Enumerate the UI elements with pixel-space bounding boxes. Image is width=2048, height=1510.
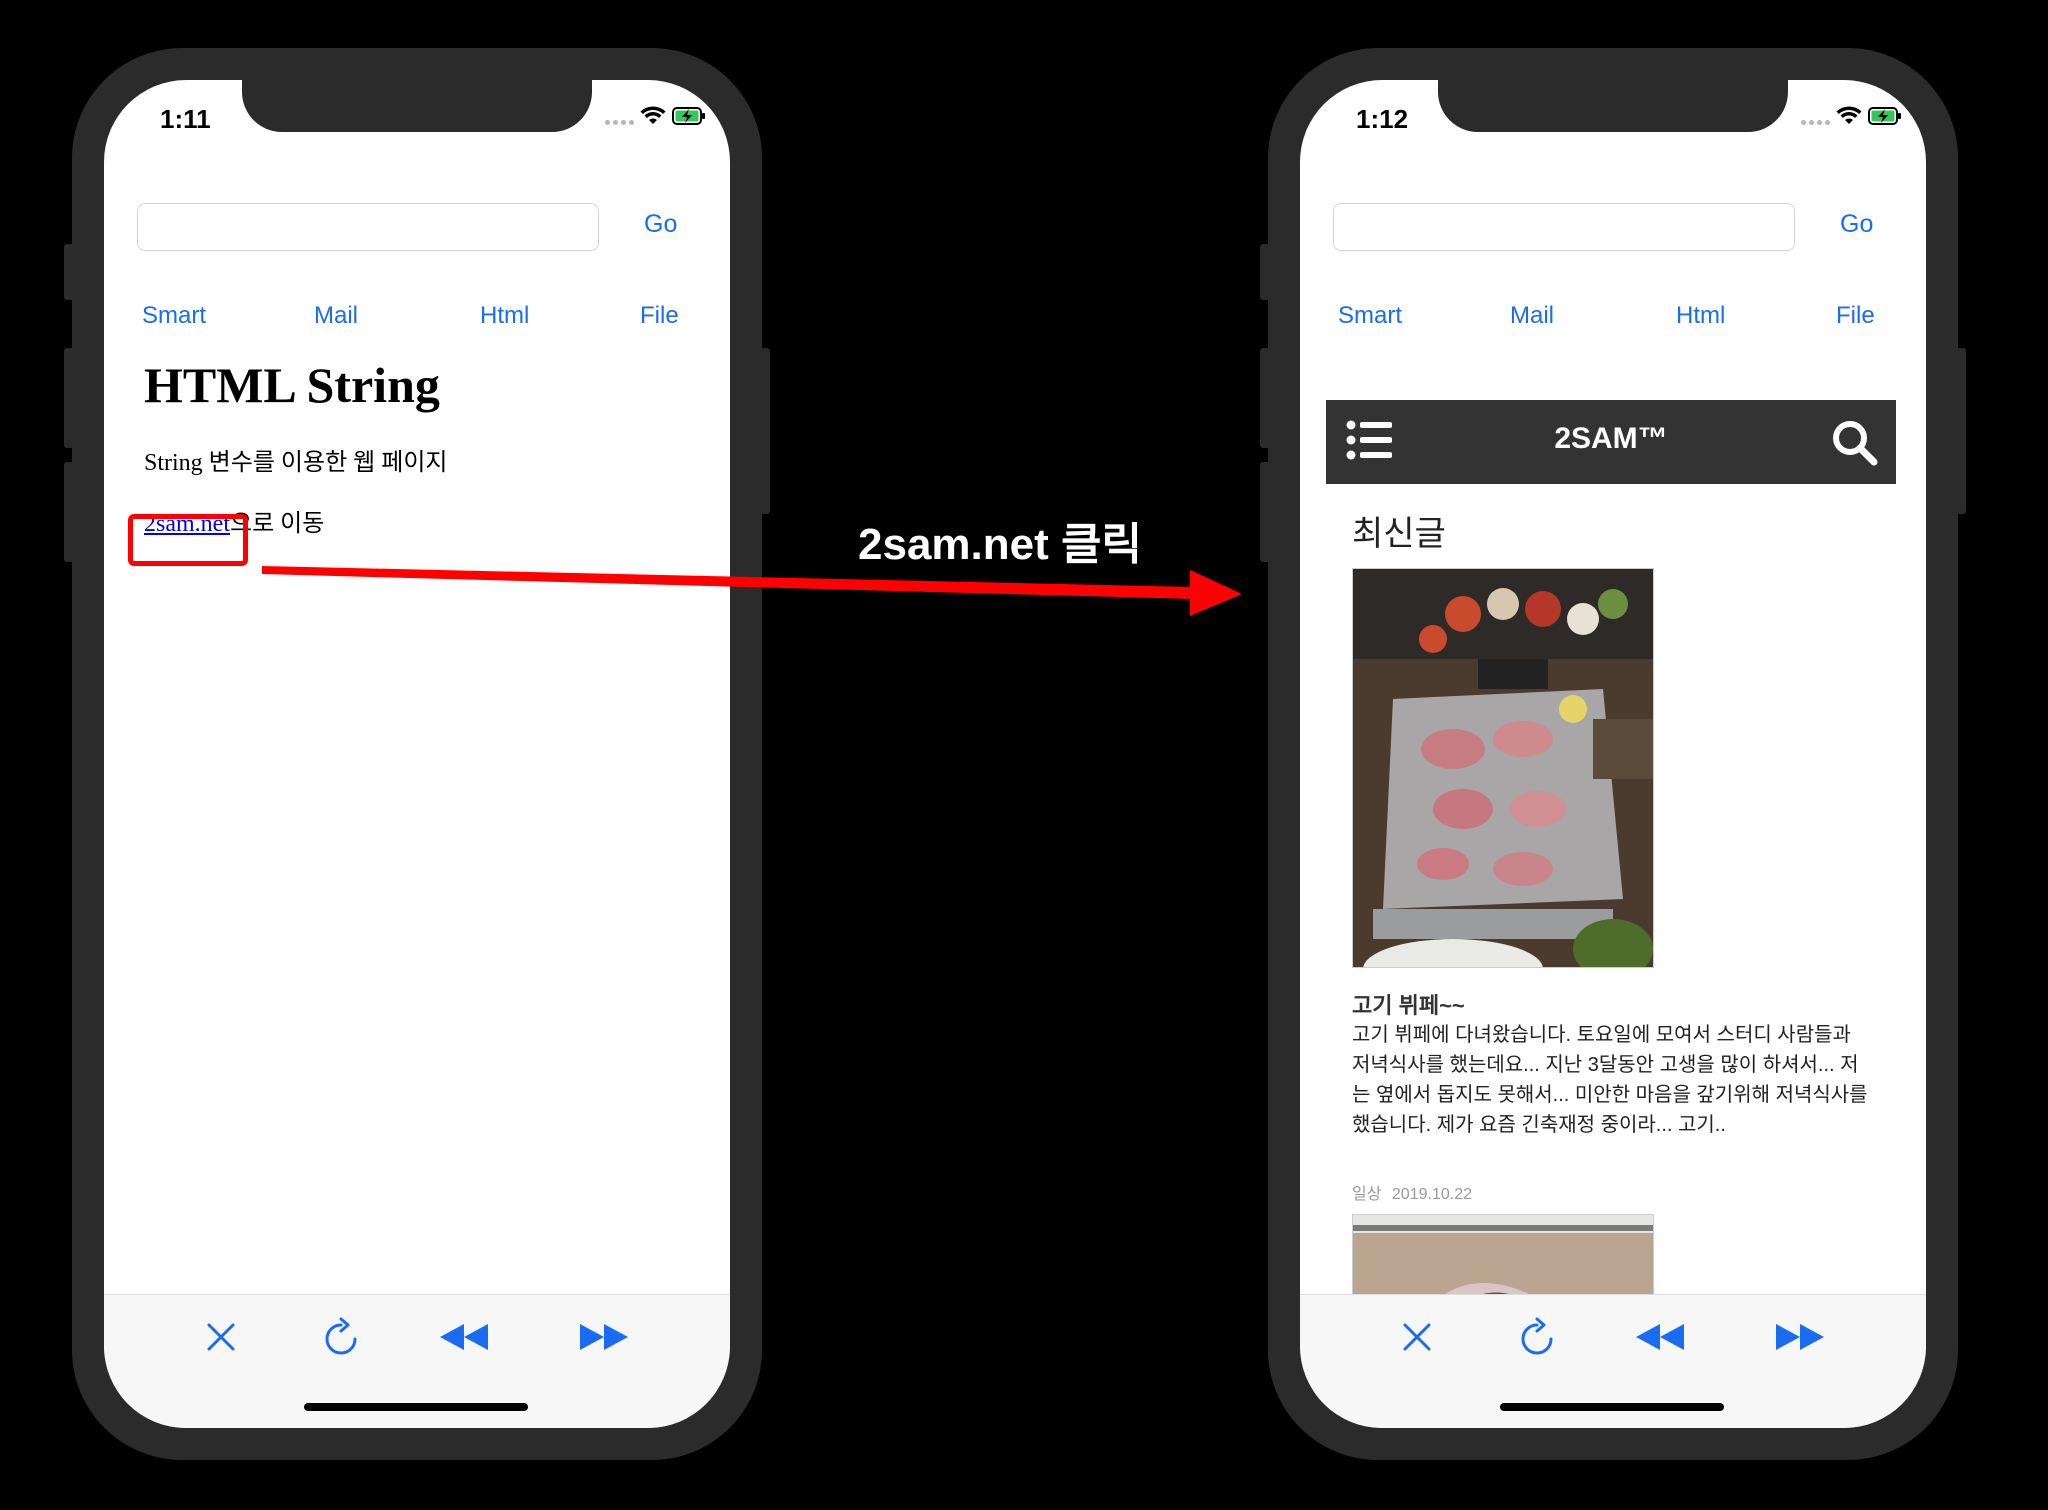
signal-icon (1801, 119, 1830, 125)
tab-file[interactable]: File (640, 302, 679, 330)
site-header: 2SAM™ (1326, 400, 1896, 484)
post-meta: 일상 2019.10.22 (1352, 1180, 1472, 1204)
site-title[interactable]: 2SAM™ (1326, 422, 1896, 456)
fast-forward-icon[interactable] (574, 1313, 634, 1361)
home-indicator (304, 1403, 528, 1411)
annotation-label: 2sam.net 클릭 (858, 520, 1142, 569)
right-phone-frame: 1:12 Go Smart Mail Html File 2SAM™ 최신글 고… (1260, 48, 1966, 1460)
url-input[interactable] (1333, 203, 1795, 251)
page-description: String 변수를 이용한 웹 페이지 (144, 450, 448, 476)
post-excerpt: 고기 뷔페에 다녀왔습니다. 토요일에 모여서 스터디 사람들과 저녁식사를 했… (1352, 1024, 1868, 1136)
tab-file[interactable]: File (1836, 302, 1875, 330)
battery-charging-icon (672, 107, 705, 125)
tab-html[interactable]: Html (1676, 302, 1725, 330)
tab-smart[interactable]: Smart (1338, 302, 1402, 330)
tab-mail[interactable]: Mail (314, 302, 358, 330)
power-button (760, 348, 770, 514)
go-button[interactable]: Go (1840, 210, 1873, 239)
food-photo-image (1353, 569, 1653, 967)
notch (242, 80, 592, 132)
mute-switch (64, 244, 74, 300)
status-icons (1801, 106, 1902, 126)
status-time: 1:11 (160, 104, 211, 134)
home-indicator (1500, 1403, 1724, 1411)
wifi-icon (640, 106, 666, 124)
left-phone-frame: 1:11 Go Smart Mail Html File HTML String… (64, 48, 770, 1460)
status-time: 1:12 (1356, 104, 1409, 134)
page-heading: HTML String (144, 357, 440, 413)
post-thumbnail[interactable] (1352, 568, 1654, 968)
right-phone-screen: 1:12 Go Smart Mail Html File 2SAM™ 최신글 고… (1300, 80, 1926, 1428)
volume-up-button (64, 348, 74, 448)
battery-charging-icon (1868, 107, 1901, 125)
go-button[interactable]: Go (644, 210, 677, 239)
status-icons (605, 106, 706, 126)
signal-icon (605, 119, 634, 125)
url-input[interactable] (137, 203, 599, 251)
volume-down-button (64, 462, 74, 562)
reload-icon[interactable] (316, 1313, 366, 1361)
mute-switch (1260, 244, 1270, 300)
volume-up-button (1260, 348, 1270, 448)
left-phone-screen: 1:11 Go Smart Mail Html File HTML String… (104, 80, 730, 1428)
wifi-icon (1836, 106, 1862, 124)
tab-html[interactable]: Html (480, 302, 529, 330)
fast-forward-icon[interactable] (1770, 1313, 1830, 1361)
bottom-toolbar (104, 1294, 730, 1428)
tab-smart[interactable]: Smart (142, 302, 206, 330)
volume-down-button (1260, 462, 1270, 562)
html-string-page: HTML String String 변수를 이용한 웹 페이지 2sam.ne… (144, 360, 447, 538)
close-icon[interactable] (1392, 1313, 1442, 1361)
post-title[interactable]: 고기 뷔페~~ (1352, 988, 1465, 1020)
bottom-toolbar (1300, 1294, 1926, 1428)
post-category[interactable]: 일상 (1352, 1186, 1381, 1203)
rewind-icon[interactable] (434, 1313, 494, 1361)
search-icon[interactable] (1830, 418, 1878, 466)
reload-icon[interactable] (1512, 1313, 1562, 1361)
power-button (1956, 348, 1966, 514)
link-highlight-box (128, 514, 248, 566)
post-date: 2019.10.22 (1391, 1186, 1472, 1203)
tab-mail[interactable]: Mail (1510, 302, 1554, 330)
close-icon[interactable] (196, 1313, 246, 1361)
rewind-icon[interactable] (1630, 1313, 1690, 1361)
section-title: 최신글 (1352, 515, 1446, 553)
notch (1438, 80, 1788, 132)
